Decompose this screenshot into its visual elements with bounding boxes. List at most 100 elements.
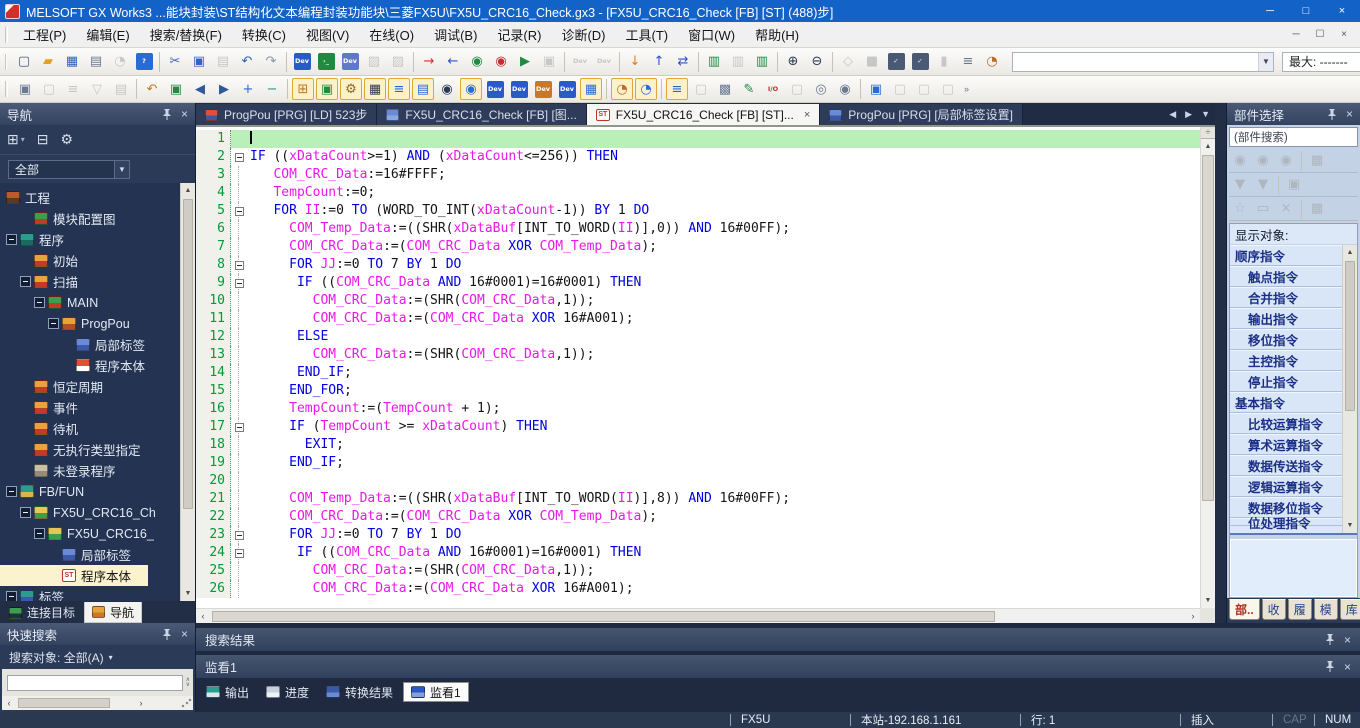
find-next-icon[interactable]: ▶ <box>213 78 235 100</box>
find-prev-icon[interactable]: ◀ <box>189 78 211 100</box>
tree-item-未登录程序[interactable]: 未登录程序 <box>0 460 195 481</box>
part-list-scrollbar[interactable]: ▲ ▼ <box>1342 245 1357 533</box>
part-search-input[interactable]: (部件搜索) <box>1229 127 1358 147</box>
tab-close-icon[interactable]: × <box>804 109 810 121</box>
window-display-icon[interactable]: ▢ <box>38 78 60 100</box>
connection-icon[interactable]: ▣ <box>316 78 338 100</box>
global-label-icon[interactable]: ≡ <box>388 78 410 100</box>
code-line[interactable]: 11 COM_CRC_Data:=(COM_CRC_Data XOR 16#A0… <box>196 310 1200 328</box>
menu-c[interactable]: 转换(C) <box>232 22 296 47</box>
code-line[interactable]: 10 COM_CRC_Data:=(SHR(COM_CRC_Data,1)); <box>196 292 1200 310</box>
code-line[interactable]: 18 EXIT; <box>196 436 1200 454</box>
tree-scrollbar[interactable]: ▲ ▼ <box>180 183 195 601</box>
toolbar-overflow-icon[interactable]: » <box>964 84 969 94</box>
label-remove-icon[interactable]: − <box>261 78 283 100</box>
watch-panel[interactable]: 监看1 × <box>196 655 1360 678</box>
code-line[interactable]: 23 FOR JJ:=0 TO 7 BY 1 DO <box>196 526 1200 544</box>
chevron-down-icon[interactable]: ▼ <box>1258 53 1273 71</box>
part-find-next-icon[interactable]: ◉ <box>1253 151 1273 171</box>
menu-w[interactable]: 窗口(W) <box>678 22 745 47</box>
tree-item-FB/FUN[interactable]: FB/FUN <box>0 481 195 502</box>
code-line[interactable]: 1 <box>196 130 1200 148</box>
verify-plc-icon[interactable]: ◉ <box>466 51 488 73</box>
close-icon[interactable]: × <box>1346 108 1353 120</box>
zoom-in-icon[interactable]: ⊕ <box>782 51 804 73</box>
panel-tab-进度[interactable]: 进度 <box>259 682 316 702</box>
device-display2-icon[interactable]: Dev <box>593 51 615 73</box>
instruction-group-顺序指令[interactable]: 顺序指令 <box>1230 245 1342 266</box>
scroll-left-icon[interactable]: ‹ <box>196 609 210 623</box>
pin-icon[interactable] <box>1327 109 1337 120</box>
menu-e[interactable]: 编辑(E) <box>76 22 139 47</box>
scroll-thumb[interactable] <box>1202 155 1214 501</box>
resize-grip-icon[interactable] <box>180 697 193 709</box>
zoom-out-icon[interactable]: ⊖ <box>806 51 828 73</box>
panel-tab-监看1[interactable]: 监看1 <box>403 682 469 702</box>
sort-icon[interactable]: ▽ <box>86 78 108 100</box>
quick-search-scrollbar[interactable]: ‹ › <box>2 696 193 710</box>
part-module-icon[interactable]: ▣ <box>1284 175 1304 195</box>
part-find-icon[interactable]: ◉ <box>1230 151 1250 171</box>
menu-f[interactable]: 搜索/替换(F) <box>140 22 232 47</box>
tree-item-FX5U_CRC16_Ch[interactable]: FX5U_CRC16_Ch <box>0 502 195 523</box>
quick-search-input[interactable] <box>7 675 183 691</box>
code-line[interactable]: 7 COM_CRC_Data:=(COM_CRC_Data XOR COM_Te… <box>196 238 1200 256</box>
collapse-box-icon[interactable] <box>34 528 45 539</box>
menu-d[interactable]: 诊断(D) <box>551 22 615 47</box>
st-editor[interactable]: 12IF ((xDataCount>=1) AND (xDataCount<=2… <box>196 125 1215 623</box>
scroll-thumb[interactable] <box>18 698 110 708</box>
find-in-window-icon[interactable]: ◉ <box>460 78 482 100</box>
print-icon[interactable]: ▤ <box>85 51 107 73</box>
help-icon[interactable]: ? <box>133 51 155 73</box>
upload-setting-icon[interactable]: ↑ <box>648 51 670 73</box>
device-comment2-icon[interactable]: Dev <box>484 78 506 100</box>
tool-gray-icon[interactable]: ▢ <box>786 78 808 100</box>
search-scope-row[interactable]: 搜索对象: 全部(A) ▾ <box>0 645 195 669</box>
search-option-icon[interactable]: ◉ <box>834 78 856 100</box>
editor-horizontal-scrollbar[interactable]: ‹ › <box>196 608 1200 623</box>
scroll-left-icon[interactable]: ‹ <box>2 696 16 710</box>
code-line[interactable]: 13 COM_CRC_Data:=(SHR(COM_CRC_Data,1)); <box>196 346 1200 364</box>
instruction-group-移位指令[interactable]: 移位指令 <box>1230 329 1342 350</box>
mdi-restore-button[interactable]: ☐ <box>1308 25 1332 45</box>
part-tab-部..[interactable]: 部.. <box>1229 599 1260 620</box>
maximize-button[interactable]: □ <box>1288 0 1324 22</box>
download-setting-icon[interactable]: ↓ <box>624 51 646 73</box>
tree-filter-icon[interactable]: ⊞▾ <box>7 131 25 148</box>
document-tab-1[interactable]: ProgPou [PRG] [LD] 523步 <box>196 104 377 125</box>
fold-box-icon[interactable] <box>235 531 244 540</box>
minimize-button[interactable]: ─ <box>1252 0 1288 22</box>
tab-list-icon[interactable]: ▼ <box>1201 109 1210 119</box>
fold-box-icon[interactable] <box>235 261 244 270</box>
select-mode-icon[interactable]: ◇ <box>837 51 859 73</box>
column-insert-icon[interactable]: ▮ <box>933 51 955 73</box>
panel-tab-转换结果[interactable]: 转换结果 <box>319 682 400 702</box>
history-icon[interactable]: ◔ <box>109 51 131 73</box>
fold-collapse-icon[interactable] <box>231 148 247 166</box>
code-line[interactable]: 9 IF ((COM_CRC_Data AND 16#0001)=16#0001… <box>196 274 1200 292</box>
project-tree-icon[interactable]: ⊞ <box>292 78 314 100</box>
scroll-up-icon[interactable]: ▲ <box>1201 139 1215 154</box>
instruction-group-位处理指令[interactable]: 位处理指令 <box>1230 518 1342 526</box>
dock-tab-连接目标[interactable]: 连接目标 <box>2 602 82 623</box>
open-project-icon[interactable]: ▰ <box>37 51 59 73</box>
property-icon[interactable]: ▢ <box>690 78 712 100</box>
collapse-box-icon[interactable] <box>20 507 31 518</box>
print-preview-icon[interactable]: ▤ <box>110 78 132 100</box>
close-icon[interactable]: × <box>181 108 188 120</box>
monitor4-icon[interactable]: ▢ <box>937 78 959 100</box>
read-from-plc-icon[interactable]: ← <box>442 51 464 73</box>
fold-collapse-icon[interactable] <box>231 526 247 544</box>
tree-item-程序本体[interactable]: ST程序本体 <box>0 565 148 586</box>
tree-item-程序本体[interactable]: 程序本体 <box>0 355 195 376</box>
monitor-screen-icon[interactable]: ›_ <box>315 51 337 73</box>
watch-table-icon[interactable]: ▦ <box>580 78 602 100</box>
instruction-group-触点指令[interactable]: 触点指令 <box>1230 266 1342 287</box>
statement-icon[interactable]: ≡ <box>957 51 979 73</box>
new-folder-icon[interactable]: ▭ <box>1253 199 1273 219</box>
monitor3-icon[interactable]: ▢ <box>913 78 935 100</box>
code-line[interactable]: 3 COM_CRC_Data:=16#FFFF; <box>196 166 1200 184</box>
delete-part-icon[interactable]: × <box>1276 199 1296 219</box>
save-project-icon[interactable]: ▦ <box>61 51 83 73</box>
menu-p[interactable]: 工程(P) <box>13 22 76 47</box>
